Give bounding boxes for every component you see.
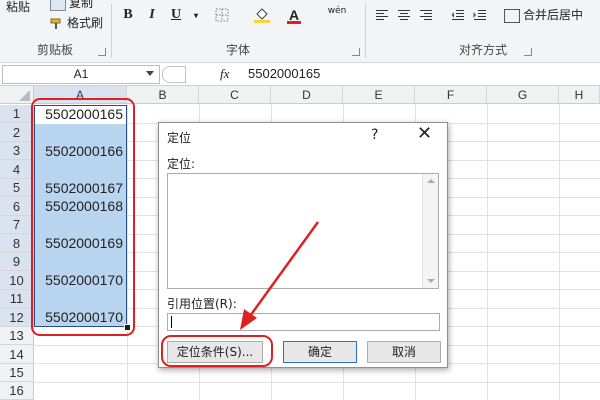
annotation-arrow	[240, 221, 320, 330]
arrow-shaft	[248, 221, 320, 317]
arrow-head-icon	[240, 309, 257, 330]
